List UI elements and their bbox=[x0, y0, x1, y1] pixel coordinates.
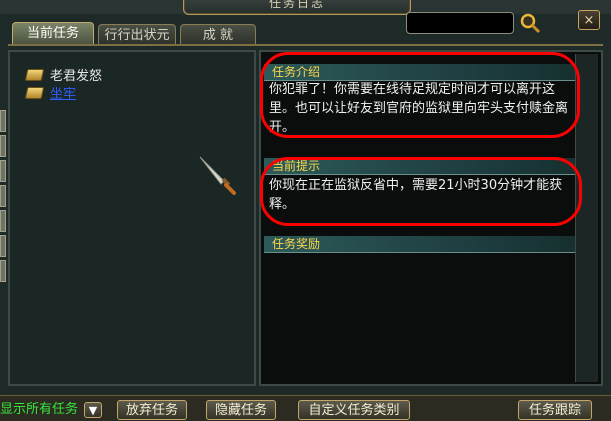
title-plate: 任务日志 bbox=[183, 0, 411, 15]
tab-current-quests[interactable]: 当前任务 bbox=[12, 22, 94, 45]
edge-tab[interactable] bbox=[0, 185, 6, 207]
quest-track-button[interactable]: 任务跟踪 bbox=[518, 400, 592, 420]
window-title: 任务日志 bbox=[268, 0, 325, 10]
tab-profession[interactable]: 行行出状元 bbox=[98, 24, 176, 45]
edge-tab[interactable] bbox=[0, 110, 6, 132]
tab-divider bbox=[8, 44, 603, 46]
search-icon[interactable] bbox=[519, 12, 541, 34]
edge-tab[interactable] bbox=[0, 210, 6, 232]
annotation-circle bbox=[260, 52, 580, 138]
edge-tab[interactable] bbox=[0, 160, 6, 182]
custom-category-button[interactable]: 自定义任务类别 bbox=[298, 400, 410, 420]
edge-tab[interactable] bbox=[0, 135, 6, 157]
close-button[interactable]: × bbox=[578, 10, 600, 30]
quest-list-item-selected[interactable]: 坐牢 bbox=[26, 83, 77, 102]
show-all-quests-toggle[interactable]: 显示所有任务 bbox=[0, 401, 78, 420]
quest-label: 老君发怒 bbox=[50, 68, 103, 84]
abandon-quest-button[interactable]: 放弃任务 bbox=[117, 400, 187, 420]
dropdown-arrow-icon[interactable]: ▼ bbox=[84, 402, 102, 418]
quest-list-panel: 老君发怒 坐牢 bbox=[8, 50, 256, 386]
dagger-cursor-icon bbox=[199, 156, 236, 195]
edge-tab[interactable] bbox=[0, 260, 6, 282]
search-input[interactable] bbox=[406, 12, 514, 34]
edge-tab[interactable] bbox=[0, 235, 6, 257]
quest-label: 坐牢 bbox=[50, 86, 77, 102]
reward-title: 任务奖励 bbox=[272, 237, 321, 251]
hide-quest-button[interactable]: 隐藏任务 bbox=[206, 400, 276, 420]
quest-scroll-icon bbox=[26, 85, 42, 99]
quest-scroll-icon bbox=[26, 67, 42, 81]
quest-list-item[interactable]: 老君发怒 bbox=[26, 65, 103, 84]
reward-section-header: 任务奖励 bbox=[264, 236, 576, 253]
annotation-circle bbox=[260, 157, 582, 226]
tab-achievements[interactable]: 成 就 bbox=[180, 24, 256, 45]
left-edge-tabs bbox=[0, 110, 6, 285]
